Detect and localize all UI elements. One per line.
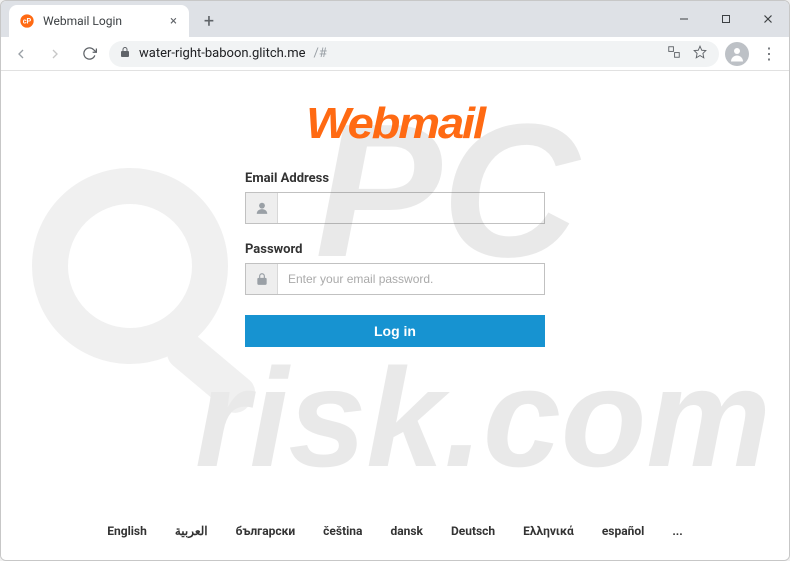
lang-option[interactable]: dansk bbox=[390, 524, 422, 538]
password-input[interactable] bbox=[278, 272, 544, 286]
email-input[interactable] bbox=[278, 201, 544, 215]
translate-icon[interactable] bbox=[665, 45, 683, 63]
password-input-group bbox=[245, 263, 545, 295]
maximize-button[interactable] bbox=[705, 1, 747, 37]
close-tab-icon[interactable]: × bbox=[168, 15, 179, 28]
reload-button[interactable] bbox=[75, 40, 103, 68]
page-content: PC risk.com Webmail Email Address Passwo… bbox=[1, 71, 789, 560]
minimize-button[interactable] bbox=[663, 1, 705, 37]
browser-toolbar: water-right-baboon.glitch.me /# ⋮ bbox=[1, 37, 789, 71]
bookmark-icon[interactable] bbox=[691, 45, 709, 63]
email-input-group bbox=[245, 192, 545, 224]
url-path: /# bbox=[314, 46, 327, 61]
address-bar[interactable]: water-right-baboon.glitch.me /# bbox=[109, 41, 719, 67]
new-tab-button[interactable]: + bbox=[195, 7, 223, 35]
tab-title: Webmail Login bbox=[43, 14, 122, 28]
browser-tab[interactable]: cP Webmail Login × bbox=[9, 5, 189, 37]
close-window-button[interactable] bbox=[747, 1, 789, 37]
browser-menu-button[interactable]: ⋮ bbox=[755, 40, 783, 68]
lang-option[interactable]: български bbox=[236, 524, 296, 538]
window-controls bbox=[663, 1, 789, 37]
back-button[interactable] bbox=[7, 40, 35, 68]
password-label: Password bbox=[245, 242, 545, 257]
lang-option[interactable]: Ελληνικά bbox=[523, 524, 574, 538]
forward-button[interactable] bbox=[41, 40, 69, 68]
brand-logo: Webmail bbox=[306, 99, 484, 149]
lang-option[interactable]: Deutsch bbox=[451, 524, 495, 538]
lang-option[interactable]: español bbox=[602, 524, 645, 538]
lock-input-icon bbox=[246, 264, 278, 294]
email-label: Email Address bbox=[245, 171, 545, 186]
lang-more[interactable]: ... bbox=[672, 524, 682, 538]
tab-favicon: cP bbox=[19, 13, 35, 29]
tab-bar: cP Webmail Login × + bbox=[1, 1, 789, 37]
lang-option[interactable]: čeština bbox=[323, 524, 362, 538]
lock-icon bbox=[119, 46, 131, 62]
user-icon bbox=[246, 193, 278, 223]
lang-option[interactable]: English bbox=[107, 524, 147, 538]
profile-avatar[interactable] bbox=[725, 42, 749, 66]
browser-window: cP Webmail Login × + bbox=[0, 0, 790, 561]
lang-option[interactable]: العربية bbox=[175, 524, 208, 538]
url-host: water-right-baboon.glitch.me bbox=[139, 46, 306, 61]
svg-text:cP: cP bbox=[23, 17, 32, 26]
language-row: English العربية български čeština dansk … bbox=[1, 524, 789, 538]
login-page: Webmail Email Address Password Log in bbox=[1, 71, 789, 560]
login-button[interactable]: Log in bbox=[245, 315, 545, 347]
login-form: Email Address Password Log in bbox=[245, 171, 545, 347]
